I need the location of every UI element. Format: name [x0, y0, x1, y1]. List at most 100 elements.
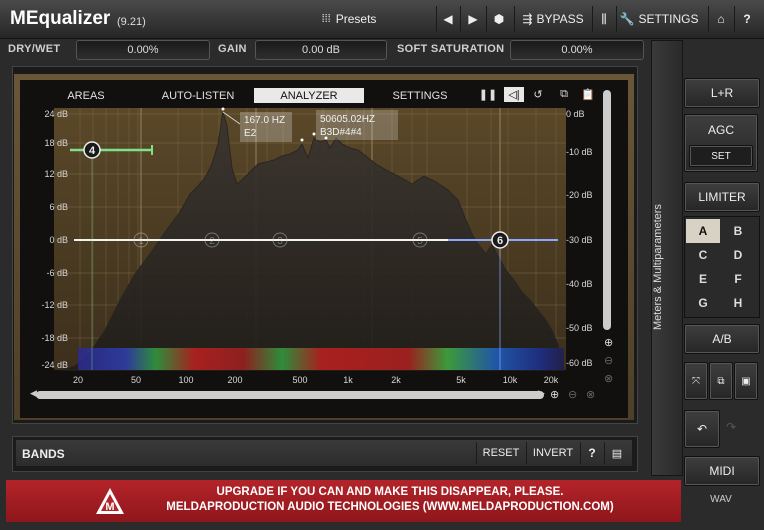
app-version: (9.21)	[117, 16, 146, 28]
slot-h[interactable]: H	[721, 291, 755, 315]
tab-auto-listen[interactable]: AUTO-LISTEN	[152, 88, 244, 103]
bands-menu-button[interactable]: ▤	[604, 442, 629, 464]
freq-scale: 20 50 100 200 500 1k 2k 5k 10k 20k	[73, 375, 559, 385]
scroll-left-icon[interactable]: ◀	[30, 388, 37, 399]
pause-analyzer-button[interactable]: ❚❚	[479, 87, 497, 102]
soft-saturation-slider[interactable]: 0.00%	[510, 40, 644, 60]
undo-button[interactable]: ↶	[684, 410, 720, 448]
undo-icon: ↶	[696, 422, 708, 436]
previous-preset-button[interactable]: ◀	[436, 6, 459, 32]
help-button[interactable]: ?	[734, 6, 759, 32]
slot-c[interactable]: C	[686, 243, 720, 267]
eq-graph[interactable]: 1 2 3 4 5 6 167.0 HZ E2 50605.02HZ B3D#4…	[20, 104, 610, 394]
random-preset-button[interactable]: ⬢	[486, 6, 511, 32]
presets-button[interactable]: ⁞⁞⁞ Presets	[310, 6, 388, 32]
gain-tick: 6 dB	[49, 202, 68, 212]
drywet-slider[interactable]: 0.00%	[76, 40, 210, 60]
speaker-icon: ◁|	[508, 89, 520, 101]
reset-analyzer-button[interactable]: ↺	[530, 87, 546, 102]
slot-e[interactable]: E	[686, 267, 720, 291]
soft-saturation-label: SOFT SATURATION	[397, 43, 505, 55]
settings-button[interactable]: 🔧 SETTINGS	[616, 6, 701, 32]
slot-f[interactable]: F	[721, 267, 755, 291]
peak-label-2-note: B3D#4#4	[320, 127, 362, 138]
gain-tick: 18 dB	[44, 138, 68, 148]
tab-analyzer[interactable]: ANALYZER	[254, 88, 364, 103]
zoom-in-horizontal-icon[interactable]: ⊕	[550, 388, 559, 401]
gain-tick: -24 dB	[41, 360, 68, 370]
randomize-button[interactable]: ⤧	[684, 362, 708, 400]
freq-tick: 200	[227, 375, 242, 385]
gain-tick: 0 dB	[49, 235, 68, 245]
bands-help-button[interactable]: ?	[580, 442, 603, 464]
copy-icon: ⧉	[560, 88, 568, 100]
bypass-button[interactable]: ⇶ BYPASS	[514, 6, 591, 32]
zoom-out-horizontal-icon[interactable]: ⊖	[568, 388, 577, 401]
bands-label[interactable]: BANDS	[22, 447, 65, 461]
band6-label: 6	[497, 235, 503, 247]
gain-tick: 24 dB	[44, 109, 68, 119]
gain-tick: 12 dB	[44, 169, 68, 179]
home-button[interactable]: ⌂	[708, 6, 733, 32]
tab-settings[interactable]: SETTINGS	[384, 88, 456, 103]
shuffle-icon: ⤧	[692, 375, 700, 387]
vertical-scrollbar[interactable]	[603, 90, 611, 330]
lr-button[interactable]: L+R	[684, 78, 760, 108]
level-tick: -40 dB	[566, 279, 593, 289]
paste-icon: ▣	[741, 375, 751, 387]
gain-label: GAIN	[218, 43, 247, 55]
wrench-icon: 🔧	[619, 12, 635, 26]
presets-label: Presets	[335, 12, 377, 26]
agc-set-button[interactable]: SET	[689, 145, 753, 167]
level-tick: -20 dB	[566, 190, 593, 200]
upgrade-line1: UPGRADE IF YOU CAN AND MAKE THIS DISAPPE…	[216, 486, 564, 498]
side-paste-button[interactable]: ▣	[734, 362, 758, 400]
zoom-out-vertical-icon[interactable]: ⊖	[604, 354, 613, 367]
slot-g[interactable]: G	[686, 291, 720, 315]
slot-a[interactable]: A	[686, 219, 720, 243]
scroll-right-icon[interactable]: ▶	[538, 388, 545, 399]
gain-tick: -6 dB	[46, 268, 68, 278]
band4-handle[interactable]: 4	[83, 141, 101, 159]
next-preset-button[interactable]: ▶	[460, 6, 485, 32]
side-copy-button[interactable]: ⧉	[709, 362, 733, 400]
freq-tick: 50	[131, 375, 141, 385]
wav-label[interactable]: WAV	[684, 494, 758, 505]
reset-button[interactable]: RESET	[476, 442, 525, 464]
home-icon: ⌂	[717, 12, 725, 26]
gain-tick: -18 dB	[41, 333, 68, 343]
paste-icon: 📋	[581, 89, 595, 101]
midi-button[interactable]: MIDI	[684, 456, 760, 486]
band6-handle[interactable]: 6	[491, 231, 509, 249]
copy-icon: ⧉	[717, 375, 725, 387]
peak-label-2-freq: 50605.02HZ	[320, 114, 375, 125]
tuner-button[interactable]: ⫼	[592, 6, 615, 32]
dice-icon: ⬢	[493, 12, 505, 26]
slot-d[interactable]: D	[721, 243, 755, 267]
listen-button[interactable]: ◁|	[504, 87, 524, 102]
band2-label: 2	[209, 236, 215, 247]
app-title: MEqualizer	[10, 8, 111, 29]
peak-label-1-freq: 167.0 HZ	[244, 115, 285, 126]
zoom-in-vertical-icon[interactable]: ⊕	[604, 336, 613, 349]
zoom-reset-horizontal-icon[interactable]: ⊗	[586, 388, 595, 401]
list-icon: ▤	[611, 447, 623, 460]
copy-button[interactable]: ⧉	[556, 87, 572, 102]
limiter-button[interactable]: LIMITER	[684, 182, 760, 212]
horizontal-scrollbar[interactable]	[36, 391, 544, 399]
redo-icon[interactable]: ↷	[726, 420, 736, 434]
slot-b[interactable]: B	[721, 219, 755, 243]
band3-label: 3	[277, 236, 283, 247]
gain-slider[interactable]: 0.00 dB	[255, 40, 387, 60]
ab-button[interactable]: A/B	[684, 324, 760, 354]
level-tick: -50 dB	[566, 323, 593, 333]
tab-areas[interactable]: AREAS	[56, 88, 116, 103]
paste-button[interactable]: 📋	[580, 87, 596, 102]
freq-tick: 1k	[343, 375, 353, 385]
agc-label: AGC	[707, 123, 734, 137]
prev-arrow-icon: ◀	[443, 12, 453, 26]
help-icon: ?	[743, 12, 751, 26]
invert-button[interactable]: INVERT	[526, 442, 579, 464]
level-scale: 0 dB -10 dB -20 dB -30 dB -40 dB -50 dB …	[566, 109, 593, 368]
zoom-reset-vertical-icon[interactable]: ⊗	[604, 372, 613, 385]
